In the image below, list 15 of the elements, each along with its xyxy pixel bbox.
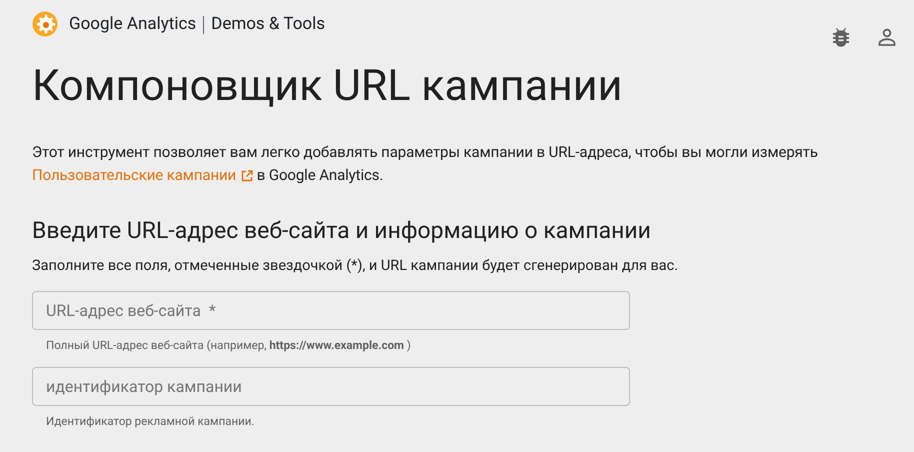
helper-text: Идентификатор рекламной кампании.	[46, 413, 256, 430]
logo-icon	[32, 11, 58, 37]
intro-text: Этот инструмент позволяет вам легко добавлять параметры кампании в URL-адреса, чтобы вы могли измерять Пользовательские кампании в Google Analytics.	[32, 141, 882, 187]
section-name: Demos & Tools	[211, 13, 326, 36]
custom-campaigns-link[interactable]: Пользовательские кампании	[32, 164, 254, 187]
form-heading: Введите URL-адрес веб-сайта и информацию о кампании	[32, 216, 652, 246]
page-title: Компоновщик URL кампании	[32, 60, 624, 112]
helper-text: Полный URL-адрес веб-сайта (например, https://www.example.com )	[46, 336, 412, 354]
brand-name: Google Analytics	[69, 13, 196, 36]
external-link-icon	[241, 170, 254, 182]
account-icon[interactable]	[878, 28, 896, 46]
text-field[interactable]: идентификатор кампании	[32, 367, 630, 406]
text-field[interactable]: URL-адрес веб-сайта *	[32, 290, 630, 330]
bug-icon[interactable]	[832, 27, 850, 47]
form-note: Заполните все поля, отмеченные звездочкой (*), и URL кампании будет сгенерирован для вас.	[32, 256, 680, 276]
